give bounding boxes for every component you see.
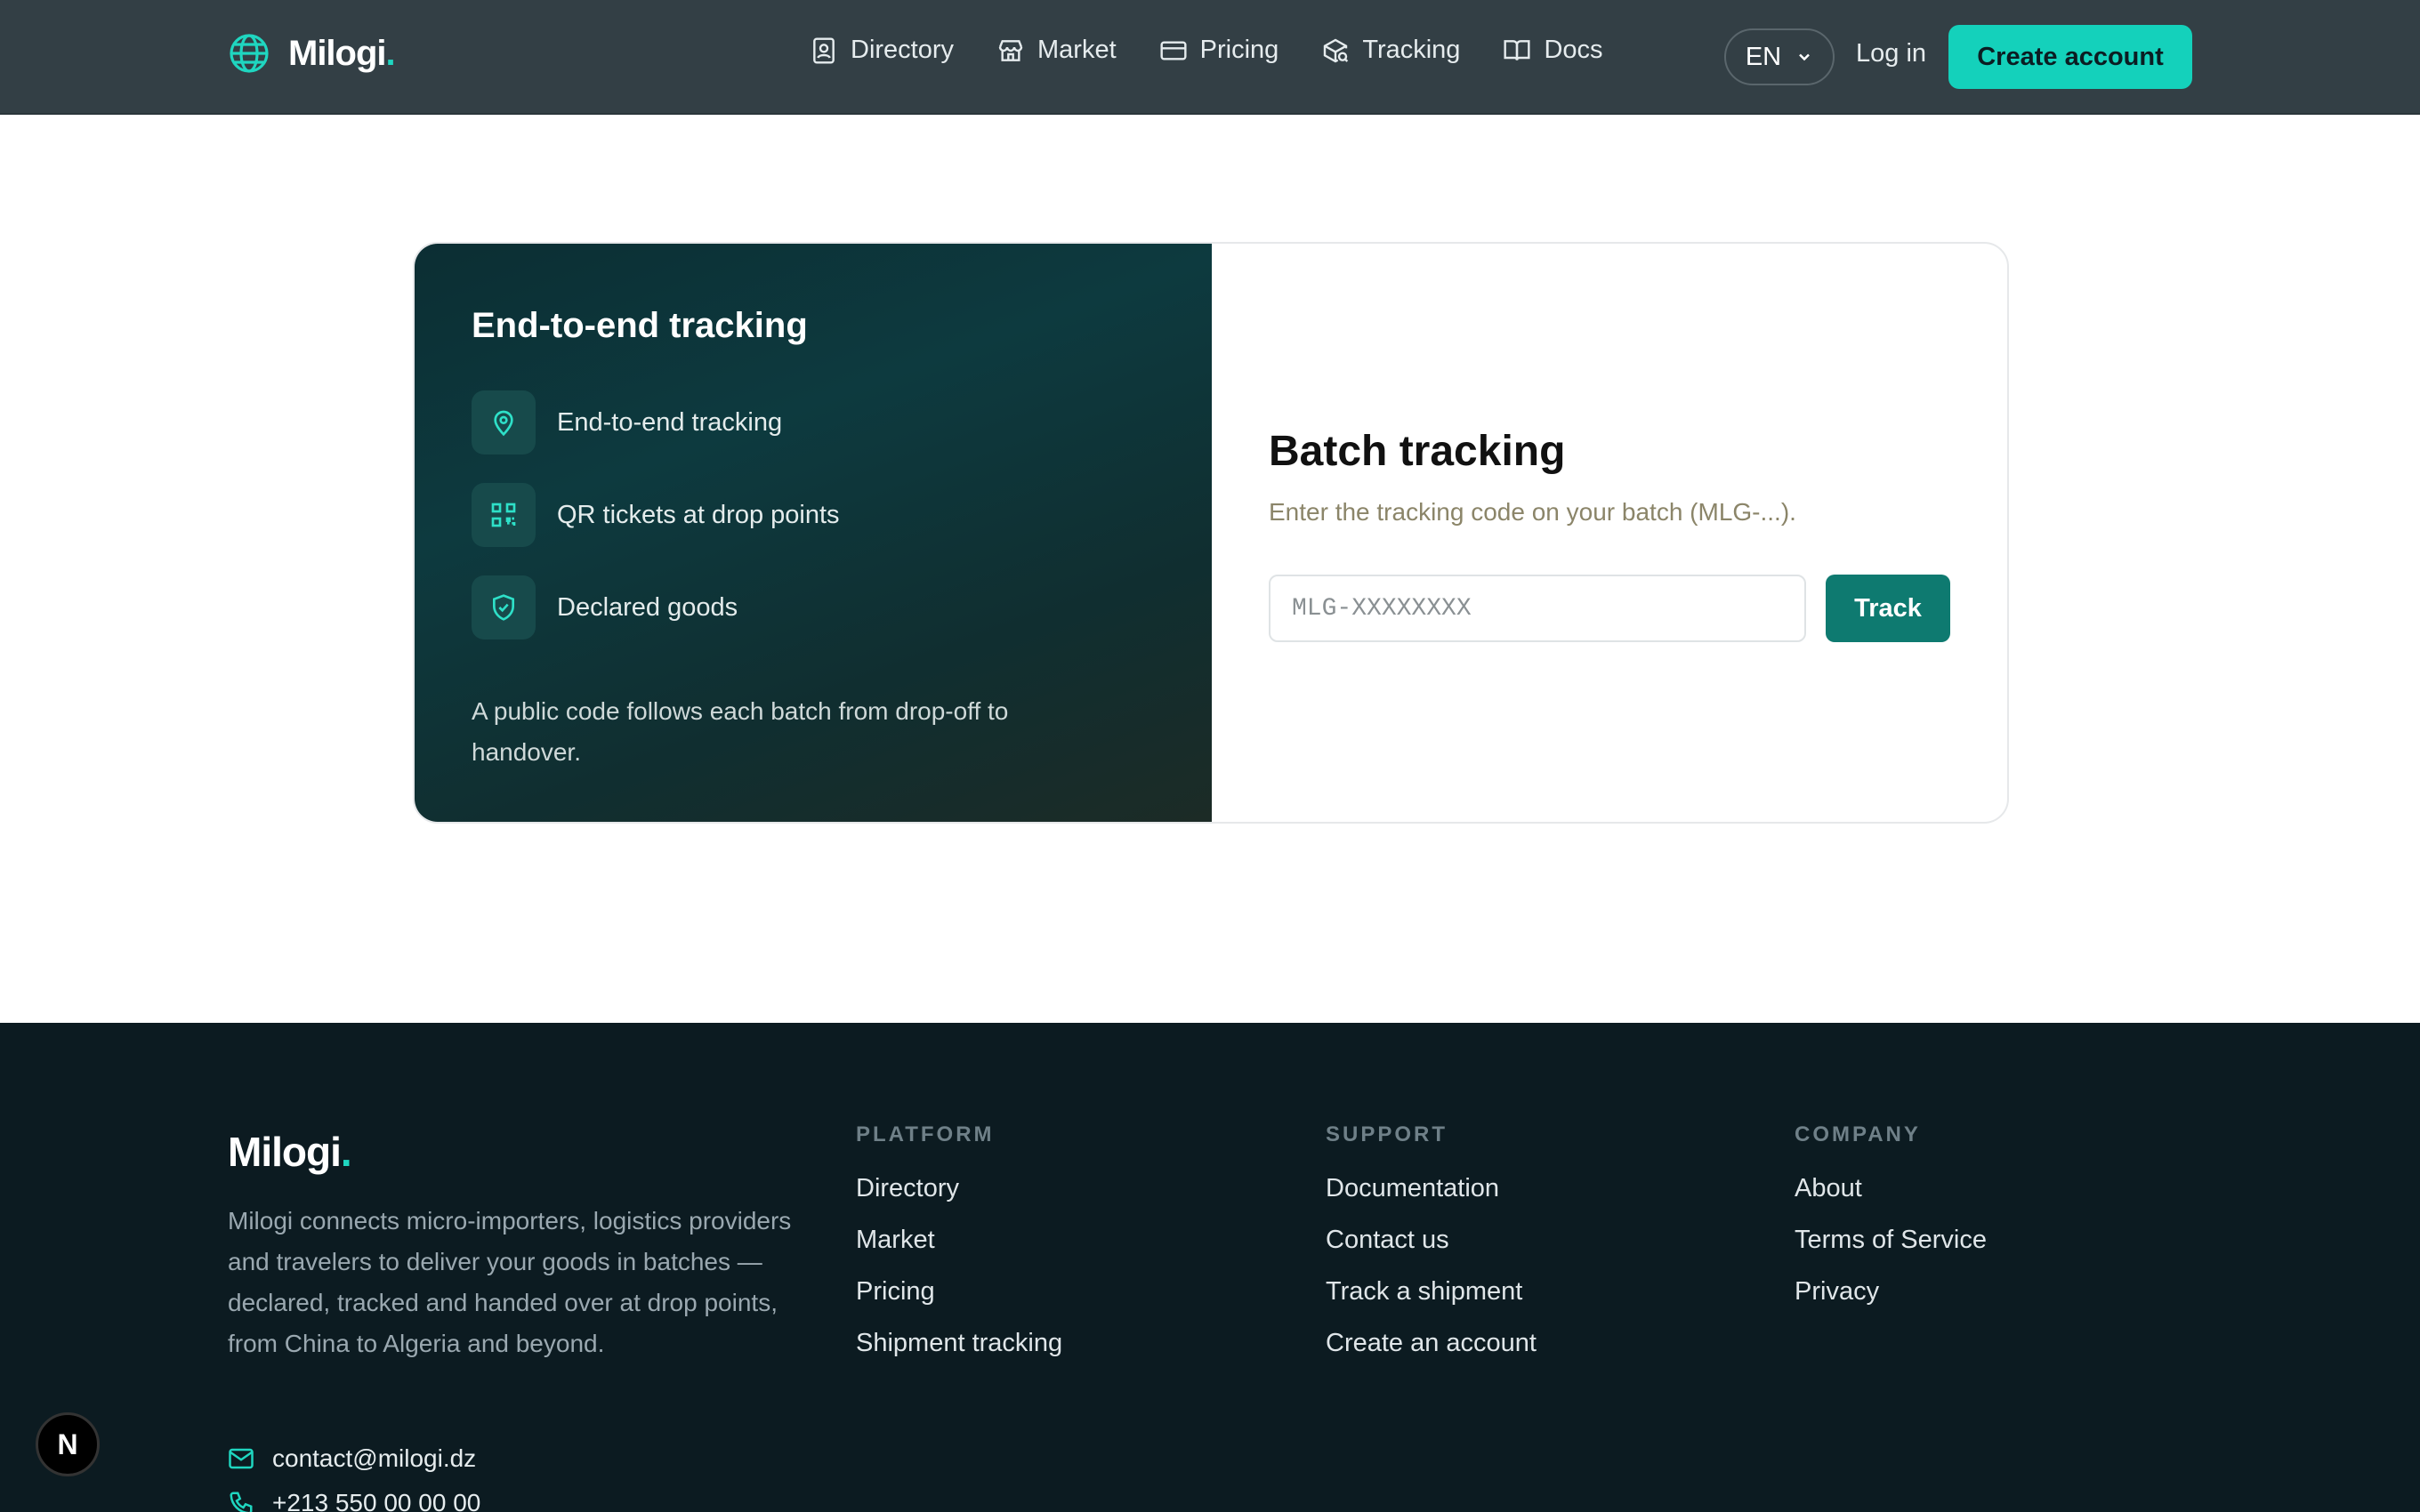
globe-icon xyxy=(230,34,269,73)
create-account-button[interactable]: Create account xyxy=(1948,25,2192,89)
language-select[interactable]: EN xyxy=(1724,28,1835,85)
tracking-code-input[interactable] xyxy=(1269,575,1806,642)
nav-market-label: Market xyxy=(1037,36,1117,64)
footer-column-title: PLATFORM xyxy=(856,1122,995,1146)
nav-docs-label: Docs xyxy=(1544,36,1603,64)
footer-link-directory[interactable]: Directory xyxy=(856,1174,1062,1203)
brand-logo[interactable]: Milogi. xyxy=(228,32,396,75)
footer-column-support: SUPPORT Documentation Contact us Track a… xyxy=(1326,1122,1537,1380)
footer-link-track-shipment[interactable]: Track a shipment xyxy=(1326,1277,1537,1307)
store-icon xyxy=(998,39,1023,61)
qr-code-icon xyxy=(491,503,516,527)
tracking-card: End-to-end tracking End-to-end tracking … xyxy=(413,242,2009,824)
footer-email[interactable]: contact@milogi.dz xyxy=(228,1444,476,1473)
footer-column-company: COMPANY About Terms of Service Privacy xyxy=(1795,1122,1987,1329)
tracking-form-panel: Batch tracking Enter the tracking code o… xyxy=(1212,244,2007,822)
phone-icon xyxy=(230,1492,253,1512)
footer-link-contact[interactable]: Contact us xyxy=(1326,1226,1537,1255)
footer-link-terms[interactable]: Terms of Service xyxy=(1795,1226,1987,1255)
footer-description: Milogi connects micro-importers, logisti… xyxy=(228,1207,792,1357)
footer-link-documentation[interactable]: Documentation xyxy=(1326,1174,1537,1203)
nav-docs[interactable]: Docs xyxy=(1503,36,1603,65)
footer-phone[interactable]: +213 550 00 00 00 xyxy=(228,1489,480,1512)
footer-link-about[interactable]: About xyxy=(1795,1174,1987,1203)
site-footer: Milogi. Milogi connects micro-importers,… xyxy=(0,1023,2420,1512)
footer-email-text: contact@milogi.dz xyxy=(272,1444,477,1472)
chevron-down-icon xyxy=(1799,53,1811,61)
footer-link-privacy[interactable]: Privacy xyxy=(1795,1277,1987,1307)
feature-label: Declared goods xyxy=(557,592,738,622)
language-value: EN xyxy=(1745,42,1782,71)
map-pin-icon xyxy=(494,410,513,437)
feature-label: QR tickets at drop points xyxy=(557,500,840,529)
book-open-icon xyxy=(1504,39,1530,60)
feature-item: Declared goods xyxy=(472,575,1155,639)
feature-icon-box xyxy=(472,390,536,454)
footer-link-pricing[interactable]: Pricing xyxy=(856,1277,1062,1307)
page-title: Batch tracking xyxy=(1269,428,1566,475)
nav-market[interactable]: Market xyxy=(996,36,1117,65)
nav-tracking-label: Tracking xyxy=(1362,36,1461,64)
nav-directory-label: Directory xyxy=(851,36,955,64)
nav-tracking[interactable]: Tracking xyxy=(1321,36,1460,65)
feature-icon-box xyxy=(472,575,536,639)
footer-brand[interactable]: Milogi. xyxy=(228,1128,352,1176)
credit-card-icon xyxy=(1160,40,1187,60)
nextjs-dev-badge[interactable]: N xyxy=(36,1412,100,1476)
footer-link-market[interactable]: Market xyxy=(856,1226,1062,1255)
nav-directory[interactable]: Directory xyxy=(810,36,954,65)
features-panel: End-to-end tracking End-to-end tracking … xyxy=(415,244,1212,822)
footer-column-title: COMPANY xyxy=(1795,1122,1921,1146)
footer-phone-text: +213 550 00 00 00 xyxy=(272,1489,481,1512)
footer-link-create-account[interactable]: Create an account xyxy=(1326,1329,1537,1358)
features-title: End-to-end tracking xyxy=(472,306,808,345)
feature-item: End-to-end tracking xyxy=(472,390,1155,454)
page-subtitle: Enter the tracking code on your batch (M… xyxy=(1269,498,1796,526)
top-navbar: Milogi. Directory Market Pricing Trackin… xyxy=(0,0,2420,115)
features-description: A public code follows each batch from dr… xyxy=(472,697,1009,766)
shield-check-icon xyxy=(493,594,514,621)
feature-icon-box xyxy=(472,483,536,547)
nav-pricing-label: Pricing xyxy=(1199,36,1279,64)
brand-name: Milogi. xyxy=(288,33,396,73)
contact-book-icon xyxy=(813,36,835,64)
feature-label: End-to-end tracking xyxy=(557,407,783,437)
footer-column-platform: PLATFORM Directory Market Pricing Shipme… xyxy=(856,1122,1062,1380)
footer-column-title: SUPPORT xyxy=(1326,1122,1448,1146)
package-search-icon xyxy=(1324,38,1349,62)
feature-item: QR tickets at drop points xyxy=(472,483,1155,547)
mail-icon xyxy=(229,1448,254,1469)
track-button[interactable]: Track xyxy=(1826,575,1950,642)
footer-link-shipment-tracking[interactable]: Shipment tracking xyxy=(856,1329,1062,1358)
login-link[interactable]: Log in xyxy=(1856,39,1926,68)
main-nav: Directory Market Pricing Tracking Docs xyxy=(810,36,1603,65)
nav-pricing[interactable]: Pricing xyxy=(1159,36,1279,65)
